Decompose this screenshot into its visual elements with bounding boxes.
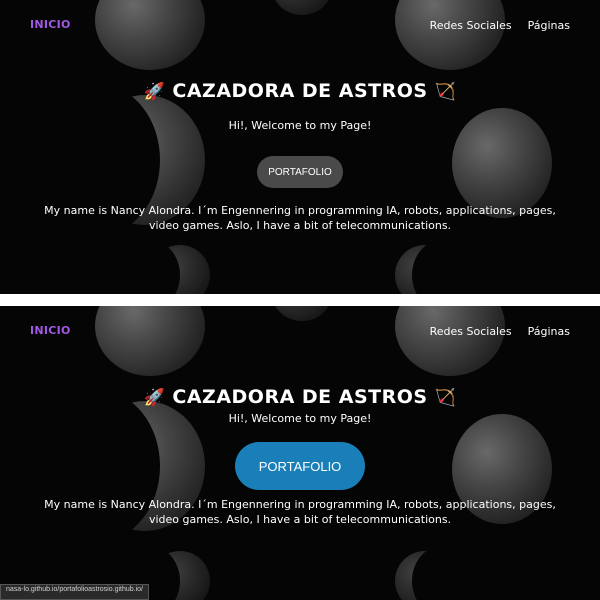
page-panel-default: INICIO Redes Sociales Páginas 🚀 CAZADORA… bbox=[0, 0, 600, 294]
welcome-text: Hi!, Welcome to my Page! bbox=[228, 119, 372, 132]
rocket-icon: 🚀 bbox=[143, 82, 166, 102]
page-title: 🚀 CAZADORA DE ASTROS 🏹 bbox=[0, 80, 600, 102]
nav-home-link[interactable]: INICIO bbox=[30, 324, 71, 337]
bow-arrow-icon: 🏹 bbox=[434, 388, 457, 408]
bow-arrow-icon: 🏹 bbox=[434, 82, 457, 102]
nav-home-link[interactable]: INICIO bbox=[30, 18, 71, 31]
moon-image bbox=[272, 306, 332, 321]
nav-link-paginas[interactable]: Páginas bbox=[528, 19, 570, 32]
nav-links: Redes Sociales Páginas bbox=[430, 325, 570, 338]
moon-image bbox=[272, 0, 332, 15]
moon-image bbox=[95, 0, 205, 70]
bio-text: My name is Nancy Alondra. I´m Engennerin… bbox=[44, 204, 556, 232]
nav-link-redes-sociales[interactable]: Redes Sociales bbox=[430, 325, 512, 338]
moon-shadow bbox=[412, 240, 472, 294]
welcome-text: Hi!, Welcome to my Page! bbox=[228, 412, 372, 425]
nav-link-paginas[interactable]: Páginas bbox=[528, 325, 570, 338]
divider bbox=[0, 294, 600, 306]
page-panel-hover: INICIO Redes Sociales Páginas 🚀 CAZADORA… bbox=[0, 306, 600, 600]
nav-links: Redes Sociales Páginas bbox=[430, 19, 570, 32]
portafolio-button-hover[interactable]: PORTAFOLIO bbox=[235, 442, 365, 490]
moon-image bbox=[395, 0, 505, 70]
page-title-text: CAZADORA DE ASTROS bbox=[172, 386, 428, 408]
status-bar-url: nasa-lo.github.io/portafolioastrosio.git… bbox=[0, 584, 149, 600]
portafolio-button[interactable]: PORTAFOLIO bbox=[257, 156, 343, 188]
page-title-text: CAZADORA DE ASTROS bbox=[172, 80, 428, 102]
bio-text: My name is Nancy Alondra. I´m Engennerin… bbox=[44, 498, 556, 526]
moon-image bbox=[395, 306, 505, 376]
moon-image bbox=[95, 306, 205, 376]
page-title: 🚀 CAZADORA DE ASTROS 🏹 bbox=[0, 386, 600, 408]
moon-shadow bbox=[412, 546, 472, 600]
nav-link-redes-sociales[interactable]: Redes Sociales bbox=[430, 19, 512, 32]
rocket-icon: 🚀 bbox=[143, 388, 166, 408]
